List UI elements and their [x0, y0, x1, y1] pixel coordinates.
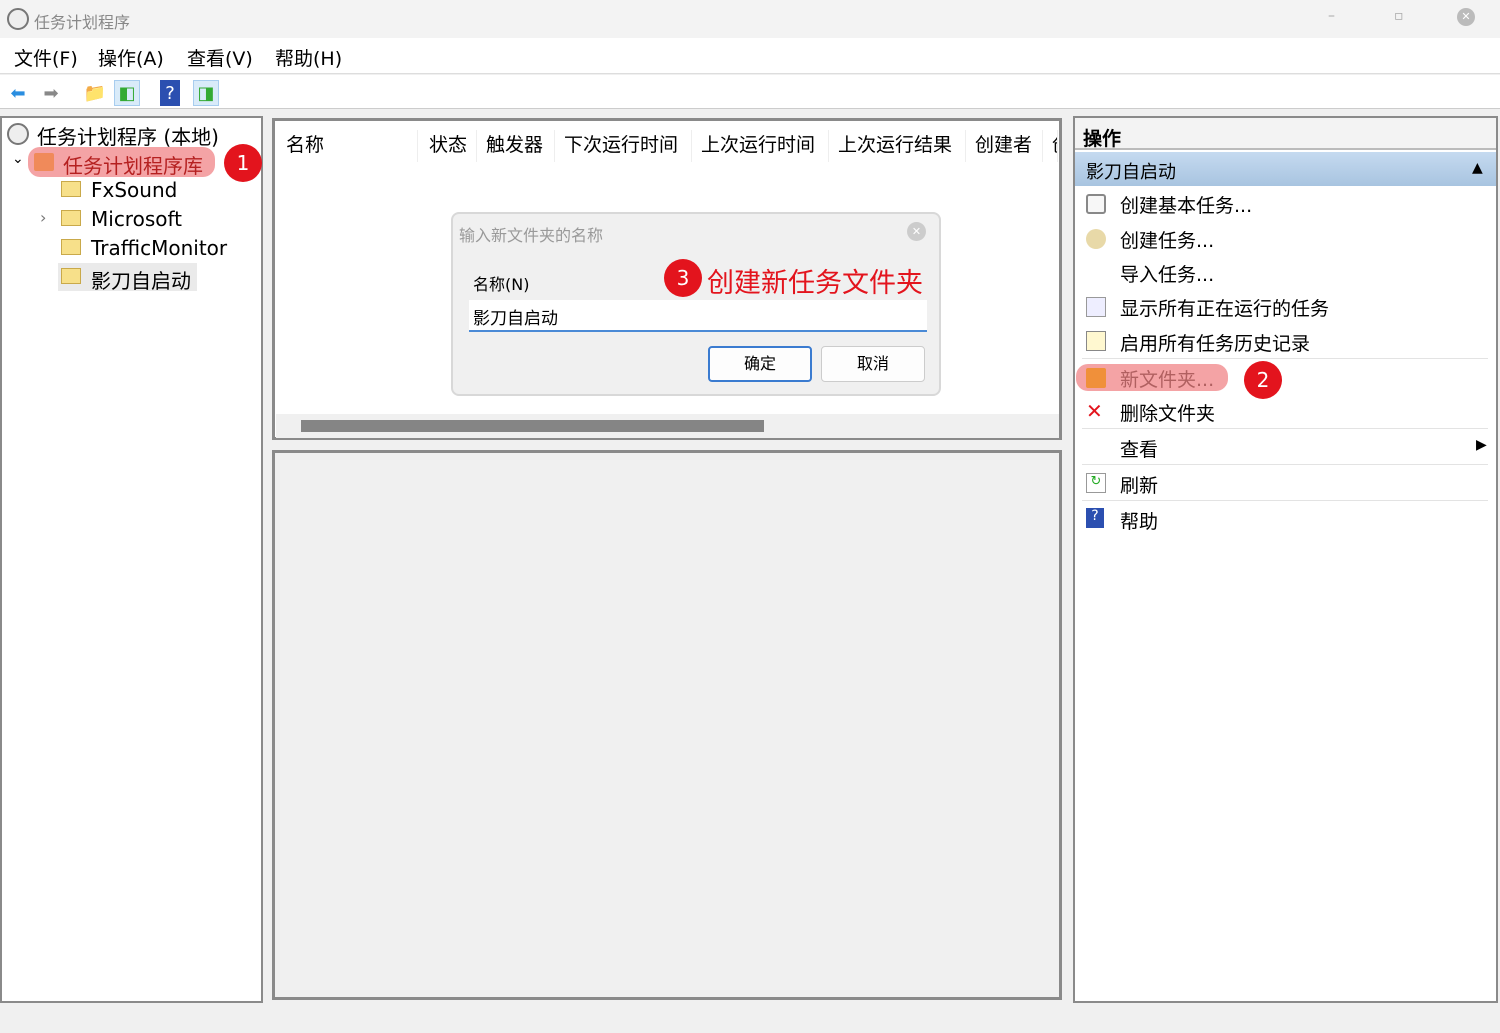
- action-refresh[interactable]: 刷新: [1120, 471, 1158, 498]
- folder-name-input[interactable]: 影刀自启动: [469, 300, 927, 332]
- running-tasks-icon: [1086, 297, 1106, 317]
- title-bar: 任务计划程序 – ▫ ✕: [0, 0, 1500, 38]
- action-help[interactable]: 帮助: [1120, 507, 1158, 534]
- chevron-down-icon[interactable]: ⌄: [12, 151, 24, 167]
- step-badge-3: 3: [664, 259, 702, 297]
- show-hide-action-pane-icon[interactable]: ◨: [193, 80, 219, 106]
- step3-annotation: 创建新任务文件夹: [707, 268, 923, 299]
- action-view[interactable]: 查看: [1120, 435, 1158, 462]
- toolbar: [0, 75, 1500, 109]
- column-header-last-result[interactable]: 上次运行结果: [830, 130, 966, 162]
- task-scheduler-clock-icon: [7, 8, 29, 30]
- actions-header-bg: [1075, 118, 1496, 150]
- dialog-title: 输入新文件夹的名称: [459, 226, 604, 245]
- column-header-next-run[interactable]: 下次运行时间: [556, 130, 692, 162]
- tree-folder-yingdao[interactable]: 影刀自启动: [91, 265, 191, 294]
- action-delete-folder[interactable]: 删除文件夹: [1120, 399, 1215, 426]
- tree-library[interactable]: 任务计划程序库: [63, 150, 203, 179]
- chevron-right-icon[interactable]: ›: [40, 208, 46, 227]
- tree-folder-fxsound[interactable]: FxSound: [91, 178, 177, 202]
- minimize-button[interactable]: –: [1328, 8, 1335, 24]
- collapse-up-icon[interactable]: ▲: [1472, 160, 1483, 176]
- ok-button[interactable]: 确定: [708, 346, 812, 382]
- separator: [1082, 500, 1488, 501]
- window-title: 任务计划程序: [34, 13, 131, 32]
- forward-arrow-icon[interactable]: ➡: [38, 80, 64, 106]
- submenu-arrow-icon: ▶: [1476, 437, 1487, 453]
- folder-icon: [61, 210, 81, 226]
- status-bar: [0, 1005, 1500, 1033]
- close-button[interactable]: ✕: [1457, 8, 1475, 26]
- back-arrow-icon[interactable]: ⬅: [5, 80, 31, 106]
- column-header-author[interactable]: 创建者: [967, 130, 1043, 162]
- folder-icon: [61, 181, 81, 197]
- cancel-button[interactable]: 取消: [821, 346, 925, 382]
- tree-root[interactable]: 任务计划程序 (本地): [37, 121, 219, 150]
- tree-folder-trafficmonitor[interactable]: TrafficMonitor: [91, 236, 227, 260]
- actions-header: 操作: [1083, 128, 1122, 150]
- actions-section-title: 影刀自启动: [1086, 162, 1176, 183]
- detail-pane: [272, 450, 1062, 1000]
- create-basic-task-icon: [1086, 194, 1106, 214]
- action-import-task[interactable]: 导入任务...: [1120, 260, 1214, 287]
- folder-icon: [61, 239, 81, 255]
- history-log-icon: [1086, 331, 1106, 351]
- delete-x-icon: ✕: [1086, 399, 1103, 423]
- separator: [1082, 428, 1488, 429]
- clock-icon: [7, 123, 29, 145]
- help-icon: ?: [1086, 508, 1104, 528]
- refresh-icon: ↻: [1086, 473, 1106, 493]
- separator: [1082, 464, 1488, 465]
- column-header-status[interactable]: 状态: [421, 130, 477, 162]
- library-folder-icon: [34, 153, 54, 171]
- menu-view[interactable]: 查看(V): [187, 44, 253, 71]
- help-icon[interactable]: ?: [160, 80, 180, 106]
- action-enable-history[interactable]: 启用所有任务历史记录: [1120, 329, 1310, 356]
- maximize-button[interactable]: ▫: [1394, 8, 1404, 24]
- folder-icon: [61, 268, 81, 284]
- column-header-last-run[interactable]: 上次运行时间: [693, 130, 829, 162]
- menu-action[interactable]: 操作(A): [98, 44, 164, 71]
- column-header-name[interactable]: 名称: [278, 130, 418, 162]
- scrollbar-thumb[interactable]: [301, 420, 764, 432]
- action-new-folder[interactable]: 新文件夹...: [1120, 365, 1214, 392]
- step-badge-2: 2: [1244, 361, 1282, 399]
- menu-help[interactable]: 帮助(H): [275, 44, 342, 71]
- action-create-basic-task[interactable]: 创建基本任务...: [1120, 191, 1252, 218]
- dialog-close-icon[interactable]: ✕: [907, 222, 926, 241]
- dialog-name-label: 名称(N): [473, 275, 530, 294]
- new-folder-icon: [1086, 368, 1106, 388]
- create-task-icon: [1086, 229, 1106, 249]
- show-hide-tree-icon[interactable]: ◧: [114, 80, 140, 106]
- action-show-running[interactable]: 显示所有正在运行的任务: [1120, 294, 1329, 321]
- tree-folder-microsoft[interactable]: Microsoft: [91, 207, 182, 231]
- step-badge-1: 1: [224, 144, 262, 182]
- menu-file[interactable]: 文件(F): [14, 44, 78, 71]
- up-folder-icon[interactable]: 📁: [82, 80, 108, 106]
- action-create-task[interactable]: 创建任务...: [1120, 226, 1214, 253]
- column-header-trigger[interactable]: 触发器: [478, 130, 555, 162]
- column-header-created[interactable]: 创: [1044, 130, 1058, 162]
- separator: [1082, 358, 1488, 359]
